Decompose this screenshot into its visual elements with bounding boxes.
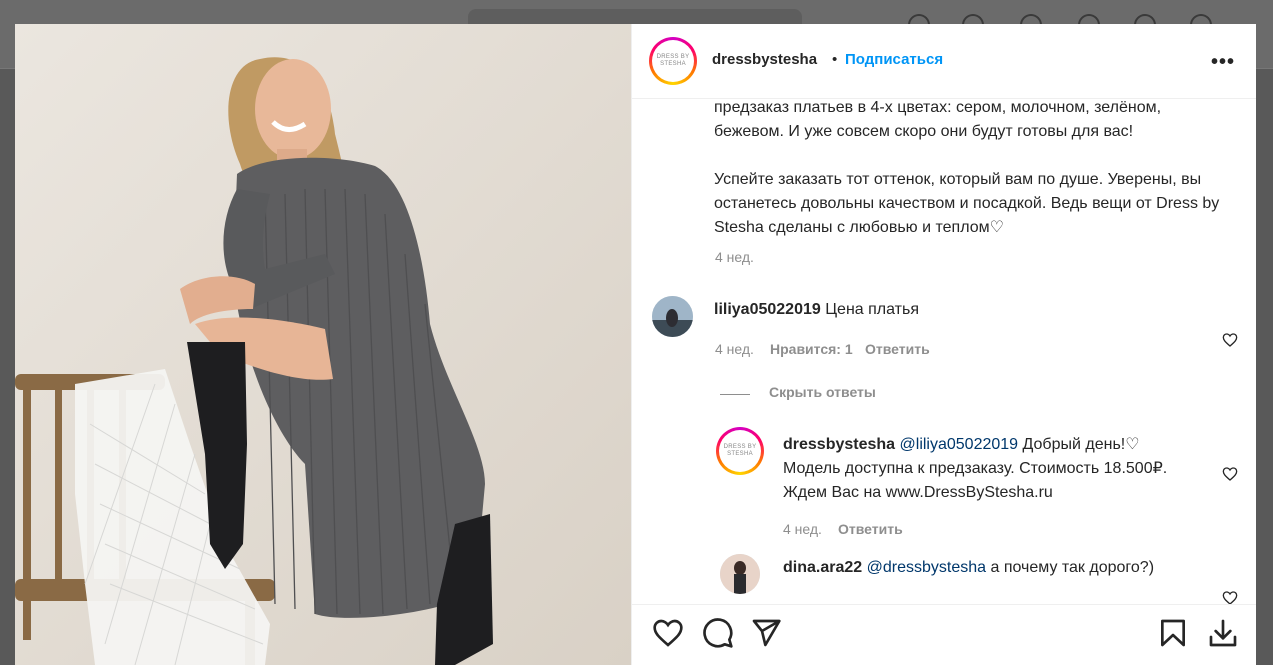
header-separator: • xyxy=(832,51,838,68)
comment-icon[interactable] xyxy=(702,617,734,649)
share-icon[interactable] xyxy=(750,617,782,649)
reply-button[interactable]: Ответить xyxy=(865,341,930,357)
comment-username[interactable]: liliya05022019 xyxy=(714,301,821,318)
reply-like-heart-icon[interactable] xyxy=(1222,466,1238,482)
follow-button[interactable]: Подписаться xyxy=(845,51,943,68)
photo-illustration xyxy=(15,24,631,665)
reply-author-avatar[interactable]: DRESS BY STESHA xyxy=(716,427,764,475)
post-modal: DRESS BY STESHA dressbystesha • Подписат… xyxy=(15,24,1256,665)
reply2-avatar-image xyxy=(720,554,760,594)
caption-age[interactable]: 4 нед. xyxy=(715,249,754,265)
reply-text-line3: Ждем Вас на www.DressByStesha.ru xyxy=(783,484,1053,501)
commenter-avatar[interactable] xyxy=(652,296,693,337)
reply-author-avatar-logo: DRESS BY STESHA xyxy=(719,430,761,472)
comment-likes[interactable]: Нравится: 1 xyxy=(770,341,853,357)
comment-like-heart-icon[interactable] xyxy=(1222,332,1238,348)
author-avatar[interactable]: DRESS BY STESHA xyxy=(649,37,697,85)
reply-text-line1: Добрый день!♡ xyxy=(1022,436,1140,453)
bookmark-icon[interactable] xyxy=(1157,617,1189,649)
post-photo[interactable] xyxy=(15,24,631,665)
reply-reply-button[interactable]: Ответить xyxy=(838,521,903,537)
reply-text-line2: Модель доступна к предзаказу. Стоимость … xyxy=(783,460,1168,477)
comment-age[interactable]: 4 нед. xyxy=(715,341,754,357)
replies-divider-line xyxy=(720,394,750,395)
hide-replies-button[interactable]: Скрыть ответы xyxy=(769,384,876,400)
post-actions-bar xyxy=(632,604,1256,665)
comments-scroll-area[interactable]: предзаказ платьев в 4-х цветах: сером, м… xyxy=(632,99,1256,604)
reply2-mention[interactable]: @dressbystesha xyxy=(867,559,986,576)
commenter-avatar-image xyxy=(652,296,693,337)
reply-mention[interactable]: @liliya05022019 xyxy=(900,436,1019,453)
author-avatar-logo: DRESS BY STESHA xyxy=(652,40,694,82)
comment-item: liliya05022019 Цена платья xyxy=(714,298,1164,322)
reply2-username[interactable]: dina.ara22 xyxy=(783,559,862,576)
reply2-text: а почему так дорого?) xyxy=(990,559,1155,576)
reply-username[interactable]: dressbystesha xyxy=(783,436,895,453)
download-icon[interactable] xyxy=(1207,617,1239,649)
post-details-panel: DRESS BY STESHA dressbystesha • Подписат… xyxy=(631,24,1256,665)
author-username[interactable]: dressbystesha xyxy=(712,51,817,68)
reply-item: dressbystesha @liliya05022019 Добрый ден… xyxy=(783,433,1213,505)
reply2-like-heart-icon[interactable] xyxy=(1222,590,1238,604)
reply2-item: dina.ara22 @dressbystesha а почему так д… xyxy=(783,556,1213,580)
more-options-icon[interactable]: ••• xyxy=(1211,51,1235,74)
reply2-author-avatar[interactable] xyxy=(720,554,760,594)
post-caption: предзаказ платьев в 4-х цветах: сером, м… xyxy=(714,99,1220,236)
comment-text: Цена платья xyxy=(825,301,920,318)
post-header: DRESS BY STESHA dressbystesha • Подписат… xyxy=(632,24,1256,99)
heart-icon[interactable] xyxy=(652,617,684,649)
reply-age[interactable]: 4 нед. xyxy=(783,521,822,537)
